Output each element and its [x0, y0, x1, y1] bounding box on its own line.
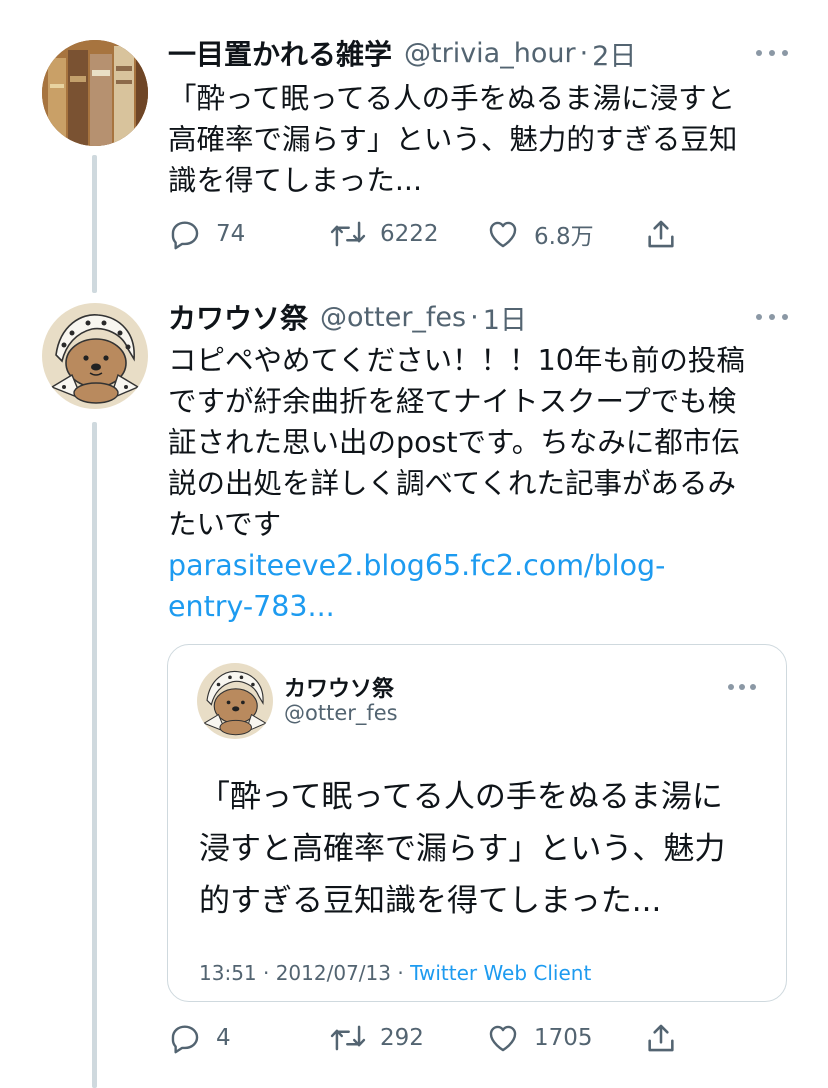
quoted-text-line: 「酔って眠ってる人の手をぬるま湯に	[199, 779, 723, 815]
tweet-time[interactable]: 1日	[483, 298, 527, 337]
quoted-author-name[interactable]: カワウソ祭	[284, 671, 394, 703]
tweet-text-line: 証された思い出のpostです。ちなみに都市伝	[168, 426, 740, 459]
tweet-text-line: コピペやめてください！！！10年も前の投稿	[168, 344, 745, 377]
separator-dot: ·	[579, 37, 589, 69]
more-dots-icon[interactable]	[756, 47, 788, 59]
quoted-text-line: 浸すと高確率で漏らす」という、魅力	[199, 831, 726, 867]
author-handle[interactable]: @trivia_hour	[404, 38, 576, 69]
tweet1-text: 「酔って眠ってる人の手をぬるま湯に浸すと 高確率で漏らす」という、魅力的すぎる豆…	[168, 78, 788, 201]
tweet-text-line: ですが紆余曲折を経てナイトスクープでも検	[168, 385, 737, 418]
share-button[interactable]	[644, 214, 678, 254]
speech-bubble-icon	[171, 1025, 199, 1054]
like-button[interactable]: 6.8万	[486, 214, 594, 254]
share-button[interactable]	[644, 1018, 678, 1058]
retweet-count: 292	[380, 1025, 424, 1051]
quoted-avatar[interactable]	[197, 663, 273, 739]
like-count: 1705	[534, 1025, 593, 1051]
author-handle[interactable]: @otter_fes	[320, 302, 466, 333]
quoted-time[interactable]: 13:51 · 2012/07/13 ·	[199, 961, 410, 985]
tweet1-header: 一目置かれる雑学 @trivia_hour · 2日	[168, 33, 788, 73]
avatar-otter-fes[interactable]	[42, 303, 148, 409]
quoted-author-handle[interactable]: @otter_fes	[284, 701, 398, 725]
quoted-timestamp: 13:51 · 2012/07/13 · Twitter Web Client	[199, 961, 591, 985]
author-name[interactable]: 一目置かれる雑学	[168, 33, 392, 73]
tweet-time[interactable]: 2日	[592, 34, 636, 73]
tweet2-actions: 4 292 1705	[168, 1018, 728, 1058]
speech-bubble-icon	[171, 221, 199, 250]
reply-button[interactable]: 74	[168, 214, 245, 254]
article-link[interactable]: parasiteeve2.blog65.fc2.com/blog-	[168, 545, 788, 586]
quoted-client-link[interactable]: Twitter Web Client	[410, 961, 591, 985]
tweet2-text: コピペやめてください！！！10年も前の投稿 ですが紆余曲折を経てナイトスクープで…	[168, 340, 788, 627]
reply-count: 74	[216, 221, 246, 247]
heart-outline-icon	[489, 221, 517, 248]
books-avatar-image	[42, 40, 148, 146]
thread-line	[92, 155, 97, 293]
avatar-trivia-hour[interactable]	[42, 40, 148, 146]
tweet-text-line: 説の出処を詳しく調べてくれた記事があるみ	[168, 467, 737, 500]
retweet-button[interactable]: 292	[330, 1018, 424, 1058]
more-dots-icon[interactable]	[728, 681, 756, 693]
quoted-text: 「酔って眠ってる人の手をぬるま湯に 浸すと高確率で漏らす」という、魅力 的すぎる…	[199, 771, 725, 927]
like-button[interactable]: 1705	[486, 1018, 593, 1058]
share-upload-icon	[648, 1024, 674, 1052]
quoted-text-line: 的すぎる豆知識を得てしまった...	[199, 883, 662, 919]
more-dots-icon[interactable]	[756, 311, 788, 323]
separator-dot: ·	[470, 301, 479, 333]
heart-outline-icon	[489, 1025, 517, 1052]
reply-count: 4	[216, 1025, 231, 1051]
retweet-arrows-icon	[330, 221, 366, 247]
retweet-arrows-icon	[330, 1025, 366, 1051]
tweet-text-line: たいです	[168, 508, 282, 541]
article-link[interactable]: entry-783...	[168, 586, 788, 627]
otter-avatar-image	[197, 663, 273, 739]
reply-button[interactable]: 4	[168, 1018, 231, 1058]
retweet-count: 6222	[380, 221, 439, 247]
tweet1-actions: 74 6222 6.8万	[168, 214, 728, 254]
retweet-button[interactable]: 6222	[330, 214, 439, 254]
otter-avatar-image	[42, 303, 148, 409]
tweet-text-line: 識を得てしまった...	[168, 164, 423, 197]
tweet2-header: カワウソ祭 @otter_fes · 1日	[168, 297, 788, 337]
like-count: 6.8万	[534, 224, 594, 250]
thread-line	[92, 422, 97, 1088]
share-upload-icon	[648, 220, 674, 248]
tweet-text-line: 高確率で漏らす」という、魅力的すぎる豆知	[168, 123, 738, 156]
quoted-tweet-card[interactable]: カワウソ祭 @otter_fes 「酔って眠ってる人の手をぬるま湯に 浸すと高確…	[167, 644, 787, 1002]
tweet-text-line: 「酔って眠ってる人の手をぬるま湯に浸すと	[168, 82, 736, 115]
author-name[interactable]: カワウソ祭	[168, 297, 308, 337]
